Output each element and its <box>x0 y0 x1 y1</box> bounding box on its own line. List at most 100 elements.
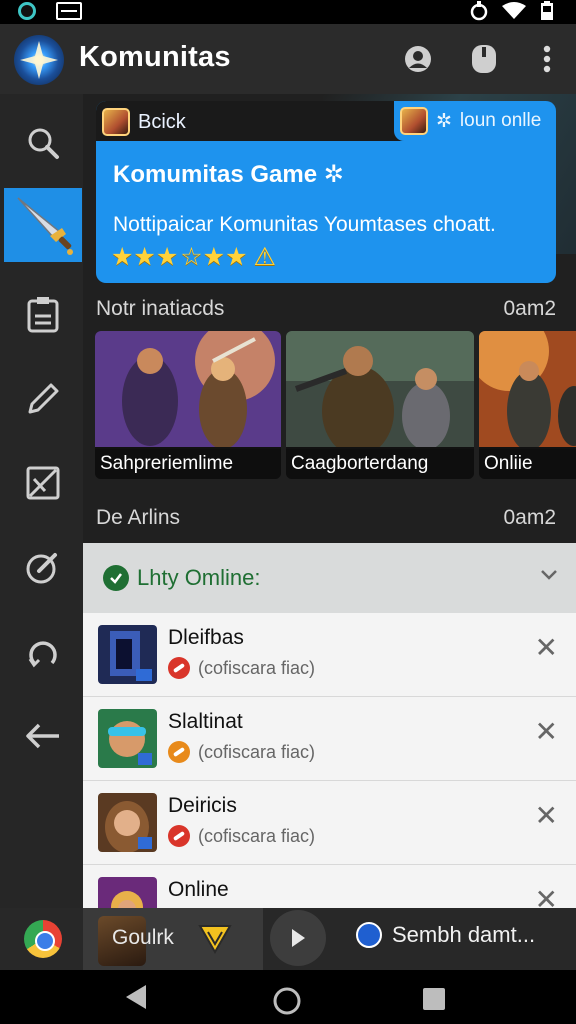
sidebar-item-back[interactable] <box>4 699 82 773</box>
main-content: Bcick ✲ loun onlle Komumitas Game ✲ Nott… <box>83 94 576 908</box>
banner-title-text: Komumitas Game <box>113 161 318 188</box>
app-root: Komunitas Bcick ✲ loun onlle Komumitas G… <box>0 0 576 1024</box>
app-title: Komunitas <box>79 41 231 73</box>
rating-stars-extra: ☆★★ <box>180 243 248 271</box>
sword-icon <box>17 197 73 255</box>
game-card-label: Onliie <box>479 449 576 479</box>
sidebar-item-game[interactable] <box>4 188 82 262</box>
user-avatar <box>98 793 157 852</box>
status-blocked-icon <box>168 825 190 847</box>
banner-tag-label: loun onlle <box>459 110 542 131</box>
game-card-label: Sahpreriemlime <box>95 449 281 479</box>
play-button[interactable] <box>270 910 326 966</box>
section-title: Notr inatiacds <box>96 297 225 320</box>
user-status-text: (cofiscara fiac) <box>198 657 316 678</box>
rating-stars: ★★★ ☆★★ ⚠ <box>111 242 276 272</box>
status-away-icon <box>168 741 190 763</box>
mouse-icon <box>472 45 496 73</box>
wifi-icon <box>502 2 526 19</box>
user-status-text: (cofiscara fiac) <box>198 825 316 846</box>
user-status-text: (cofiscara fiac) <box>198 741 316 762</box>
game-card[interactable]: Sahpreriemlime <box>95 331 281 479</box>
image-icon <box>26 466 60 500</box>
list-item[interactable]: Deiricis (cofiscara fiac) ✕ <box>83 781 576 865</box>
activity-monitor-icon <box>56 2 82 20</box>
status-bar <box>0 0 576 24</box>
sidebar-item-search[interactable] <box>4 106 82 180</box>
tag-avatar <box>400 107 428 135</box>
banner-back-label: Bcick <box>138 110 186 133</box>
close-icon[interactable]: ✕ <box>535 631 558 664</box>
app-bar: Komunitas <box>0 24 576 94</box>
account-icon <box>405 46 431 72</box>
sidebar-item-sync[interactable] <box>4 615 82 689</box>
system-nav-bar <box>0 970 576 1024</box>
user-status: (cofiscara fiac) <box>168 825 315 847</box>
game-card-label: Caagborterdang <box>286 449 474 479</box>
alarm-icon <box>470 1 488 21</box>
list-item[interactable]: Slaltinat (cofiscara fiac) ✕ <box>83 697 576 781</box>
game-cards: Sahpreriemlime Caagborterdang Onliie <box>95 331 576 481</box>
sparkle-icon: ✲ <box>323 161 344 188</box>
recents-square-icon[interactable] <box>422 987 446 1011</box>
online-list-header[interactable]: Lhty Omline: <box>83 543 576 613</box>
banner-back-button[interactable]: Bcick <box>102 107 186 137</box>
section-time: 0am2 <box>503 506 556 529</box>
document-icon <box>27 297 59 333</box>
game-card[interactable]: Onliie <box>479 331 576 479</box>
banner-description: Nottipaicar Komunitas Youmtases choatt. <box>113 213 496 236</box>
browser-icon[interactable] <box>24 920 62 958</box>
banner-online-tag[interactable]: ✲ loun onlle <box>394 101 556 141</box>
section-time: 0am2 <box>503 297 556 320</box>
gear-icon: ✲ <box>436 110 452 132</box>
sidebar-item-edit[interactable] <box>4 531 82 605</box>
sidebar <box>0 94 83 908</box>
app-notification-icon <box>18 2 36 20</box>
check-circle-icon <box>103 565 129 591</box>
banner-title: Komumitas Game ✲ <box>113 160 344 189</box>
chevron-down-icon[interactable] <box>538 563 560 585</box>
profile-button[interactable] <box>401 42 435 76</box>
section-title: De Arlins <box>96 506 181 529</box>
user-name: Dleifbas <box>168 626 244 649</box>
now-playing-label: Goulrk <box>112 926 174 949</box>
game-card-art <box>479 331 576 447</box>
notifications-button[interactable] <box>467 42 501 76</box>
list-item[interactable]: Dleifbas (cofiscara fiac) ✕ <box>83 613 576 697</box>
user-name: Online <box>168 878 229 901</box>
user-avatar <box>98 709 157 768</box>
game-card-art <box>95 331 281 447</box>
community-banner[interactable]: Bcick ✲ loun onlle Komumitas Game ✲ Nott… <box>96 101 556 283</box>
section-header-featured: Notr inatiacds 0am2 <box>96 297 556 321</box>
back-triangle-icon[interactable] <box>124 984 148 1010</box>
sidebar-item-media[interactable] <box>4 446 82 520</box>
user-avatar <box>98 625 157 684</box>
edit-circle-icon <box>26 553 57 584</box>
back-arrow-icon <box>26 723 59 749</box>
warning-icon: ⚠ <box>253 243 276 271</box>
game-card[interactable]: Caagborterdang <box>286 331 474 479</box>
app-logo <box>14 35 64 85</box>
search-icon <box>28 128 59 159</box>
user-status: (cofiscara fiac) <box>168 741 315 763</box>
close-icon[interactable]: ✕ <box>535 883 558 908</box>
bottom-search[interactable]: Sembh damt... <box>356 922 535 948</box>
sidebar-item-documents[interactable] <box>4 278 82 352</box>
home-circle-icon[interactable] <box>272 986 302 1016</box>
status-blocked-icon <box>168 657 190 679</box>
overflow-menu-button[interactable] <box>530 42 564 76</box>
more-vertical-icon <box>543 45 551 73</box>
user-name: Slaltinat <box>168 710 243 733</box>
game-badge-icon <box>198 925 232 954</box>
refresh-icon <box>28 641 57 668</box>
sidebar-item-write[interactable] <box>4 362 82 436</box>
list-item[interactable]: Online ✕ <box>83 865 576 908</box>
user-mini-avatar <box>102 108 130 136</box>
bottom-search-text: Sembh damt... <box>392 922 536 947</box>
game-card-art <box>286 331 474 447</box>
close-icon[interactable]: ✕ <box>535 799 558 832</box>
section-header-friends: De Arlins 0am2 <box>96 506 556 530</box>
pencil-icon <box>28 383 59 414</box>
close-icon[interactable]: ✕ <box>535 715 558 748</box>
rating-stars-filled: ★★★ <box>111 243 179 271</box>
